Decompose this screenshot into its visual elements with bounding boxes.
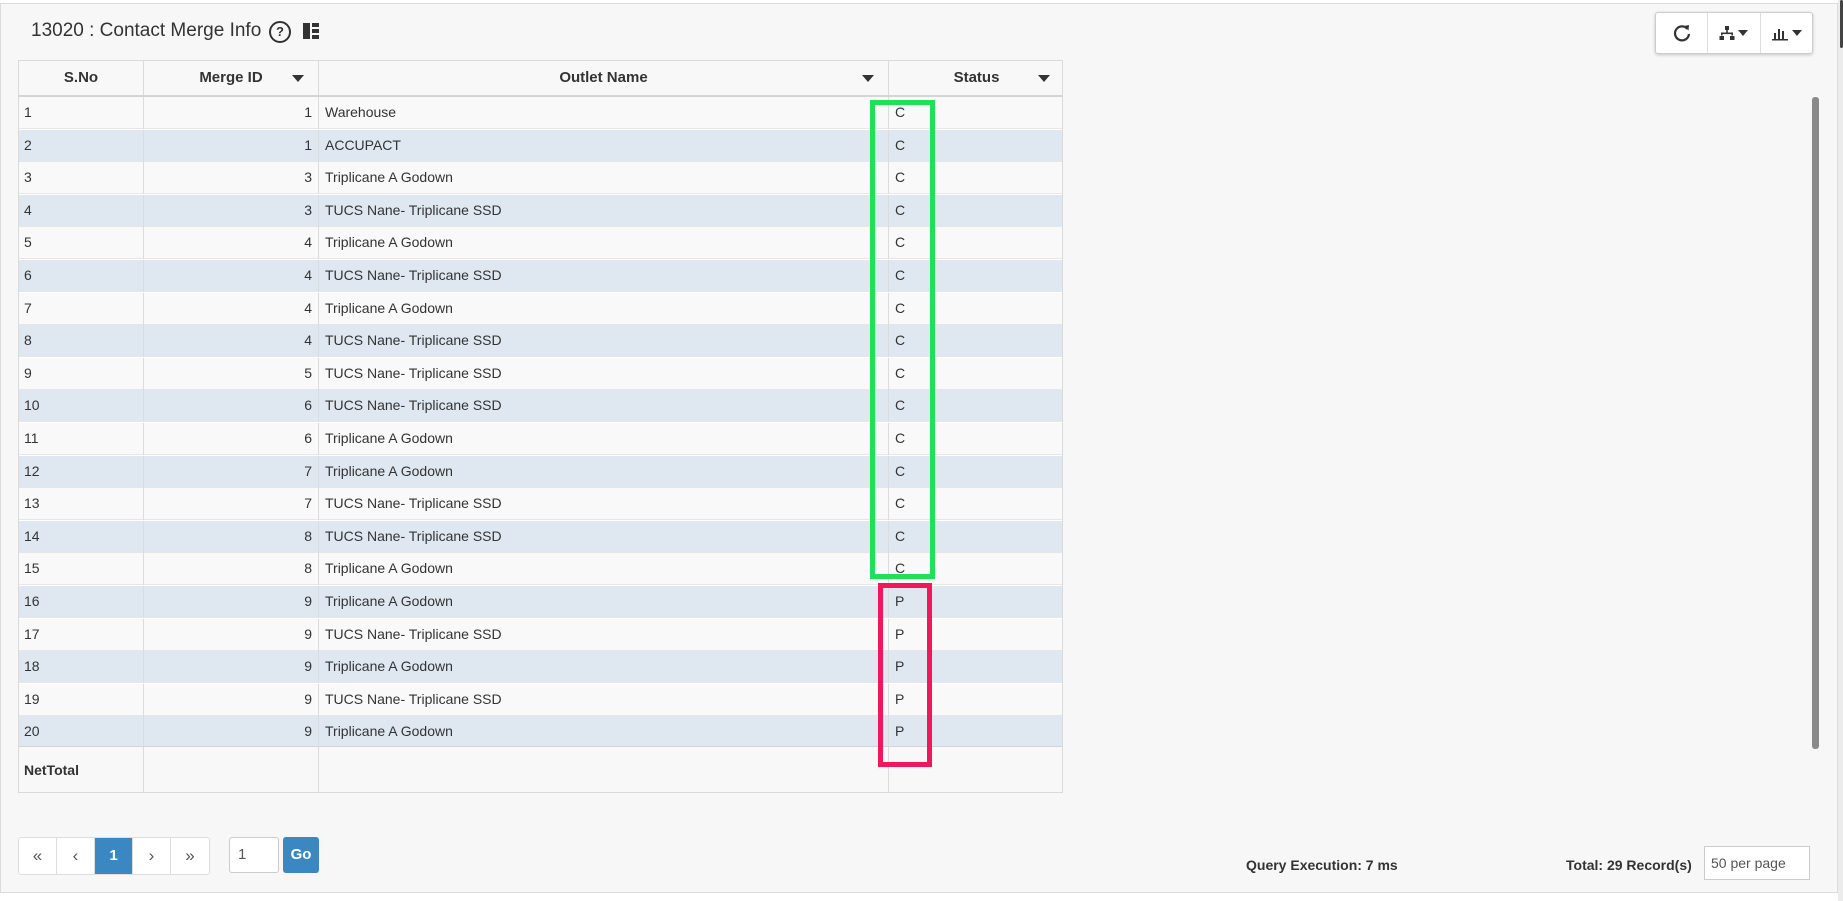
merge-id-cell: 7: [144, 455, 319, 488]
go-button[interactable]: Go: [283, 837, 319, 873]
outlet-name-cell: TUCS Nane- Triplicane SSD: [319, 325, 889, 358]
page-1-button[interactable]: 1: [95, 838, 133, 874]
pagination: « ‹ 1 › »: [18, 837, 210, 875]
merge-id-cell: 4: [144, 292, 319, 325]
sno-cell: 6: [19, 260, 144, 292]
sno-cell: 7: [19, 292, 144, 325]
merge-id-cell: 9: [144, 618, 319, 651]
merge-id-cell: 8: [144, 553, 319, 586]
merge-id-cell: 3: [144, 162, 319, 195]
query-execution-time: Query Execution: 7 ms: [1246, 857, 1398, 873]
first-page-button[interactable]: «: [19, 838, 57, 874]
column-menu-icon[interactable]: [1038, 75, 1050, 82]
merge-id-cell: 8: [144, 520, 319, 553]
net-total-cell: [144, 747, 319, 792]
sno-cell: 3: [19, 162, 144, 195]
merge-id-cell: 9: [144, 683, 319, 716]
column-menu-icon[interactable]: [292, 75, 304, 82]
merge-id-cell: 1: [144, 129, 319, 162]
net-total-label: NetTotal: [19, 747, 144, 792]
chevron-down-icon: [1791, 30, 1802, 36]
last-page-button[interactable]: »: [171, 838, 209, 874]
sno-cell: 9: [19, 357, 144, 390]
merge-id-cell: 7: [144, 488, 319, 521]
outlet-name-cell: Triplicane A Godown: [319, 651, 889, 684]
outlet-name-cell: Warehouse: [319, 97, 889, 129]
sno-cell: 11: [19, 423, 144, 455]
prev-page-button[interactable]: ‹: [57, 838, 95, 874]
outlet-name-cell: ACCUPACT: [319, 129, 889, 162]
sno-cell: 1: [19, 97, 144, 129]
outlet-name-cell: TUCS Nane- Triplicane SSD: [319, 357, 889, 390]
sno-cell: 17: [19, 618, 144, 651]
sno-cell: 18: [19, 651, 144, 684]
outlet-name-cell: Triplicane A Godown: [319, 292, 889, 325]
outlet-name-cell: Triplicane A Godown: [319, 227, 889, 260]
page-number-input[interactable]: 1: [229, 837, 279, 873]
completed-status-highlight: [870, 100, 935, 579]
sno-cell: 20: [19, 716, 144, 746]
page-title: 13020 : Contact Merge Info: [31, 20, 262, 41]
pending-status-highlight: [878, 583, 932, 767]
hierarchy-icon: [1719, 26, 1735, 40]
help-icon[interactable]: ?: [269, 21, 291, 43]
outlet-name-cell: TUCS Nane- Triplicane SSD: [319, 194, 889, 227]
refresh-icon: [1673, 25, 1690, 42]
outlet-name-cell: TUCS Nane- Triplicane SSD: [319, 618, 889, 651]
sno-cell: 2: [19, 129, 144, 162]
column-header-sno[interactable]: S.No: [19, 61, 144, 95]
outlet-name-cell: TUCS Nane- Triplicane SSD: [319, 683, 889, 716]
refresh-button[interactable]: [1656, 13, 1709, 53]
hierarchy-dropdown-button[interactable]: [1708, 13, 1761, 53]
outlet-name-cell: TUCS Nane- Triplicane SSD: [319, 260, 889, 292]
column-header-merge-id[interactable]: Merge ID: [144, 61, 319, 95]
outlet-name-cell: TUCS Nane- Triplicane SSD: [319, 390, 889, 423]
outlet-name-cell: TUCS Nane- Triplicane SSD: [319, 520, 889, 553]
window-edge: [1838, 0, 1843, 901]
merge-id-cell: 4: [144, 227, 319, 260]
outlet-name-cell: Triplicane A Godown: [319, 716, 889, 746]
next-page-button[interactable]: ›: [133, 838, 171, 874]
sno-cell: 8: [19, 325, 144, 358]
vertical-scrollbar[interactable]: [1812, 97, 1819, 749]
column-header-outlet-name[interactable]: Outlet Name: [319, 61, 889, 95]
net-total-cell: [319, 747, 889, 792]
merge-id-cell: 4: [144, 325, 319, 358]
outlet-name-cell: Triplicane A Godown: [319, 423, 889, 455]
sno-cell: 12: [19, 455, 144, 488]
total-records: Total: 29 Record(s): [1566, 857, 1692, 873]
outlet-name-cell: Triplicane A Godown: [319, 586, 889, 618]
merge-id-cell: 3: [144, 194, 319, 227]
sno-cell: 15: [19, 553, 144, 586]
column-menu-icon[interactable]: [862, 75, 874, 82]
sno-cell: 13: [19, 488, 144, 521]
sno-cell: 4: [19, 194, 144, 227]
outlet-name-cell: Triplicane A Godown: [319, 455, 889, 488]
bar-chart-icon: [1771, 29, 1788, 41]
merge-id-cell: 5: [144, 357, 319, 390]
sno-cell: 14: [19, 520, 144, 553]
report-toolbar: [1655, 12, 1813, 54]
report-panel: 13020 : Contact Merge Info ? S.No Merge …: [0, 3, 1838, 893]
outlet-name-cell: TUCS Nane- Triplicane SSD: [319, 488, 889, 521]
merge-id-cell: 4: [144, 260, 319, 292]
sno-cell: 19: [19, 683, 144, 716]
merge-id-cell: 9: [144, 586, 319, 618]
outlet-name-cell: Triplicane A Godown: [319, 553, 889, 586]
table-header: S.No Merge ID Outlet Name Status: [19, 61, 1062, 97]
merge-id-cell: 6: [144, 390, 319, 423]
sno-cell: 5: [19, 227, 144, 260]
merge-id-cell: 9: [144, 651, 319, 684]
sno-cell: 16: [19, 586, 144, 618]
layout-grid-icon[interactable]: [302, 22, 320, 40]
chevron-down-icon: [1738, 30, 1749, 36]
chart-dropdown-button[interactable]: [1761, 13, 1812, 53]
outlet-name-cell: Triplicane A Godown: [319, 162, 889, 195]
merge-id-cell: 1: [144, 97, 319, 129]
sno-cell: 10: [19, 390, 144, 423]
per-page-select[interactable]: 50 per page: [1704, 846, 1810, 880]
column-header-status[interactable]: Status: [889, 61, 1062, 95]
merge-id-cell: 6: [144, 423, 319, 455]
merge-id-cell: 9: [144, 716, 319, 746]
